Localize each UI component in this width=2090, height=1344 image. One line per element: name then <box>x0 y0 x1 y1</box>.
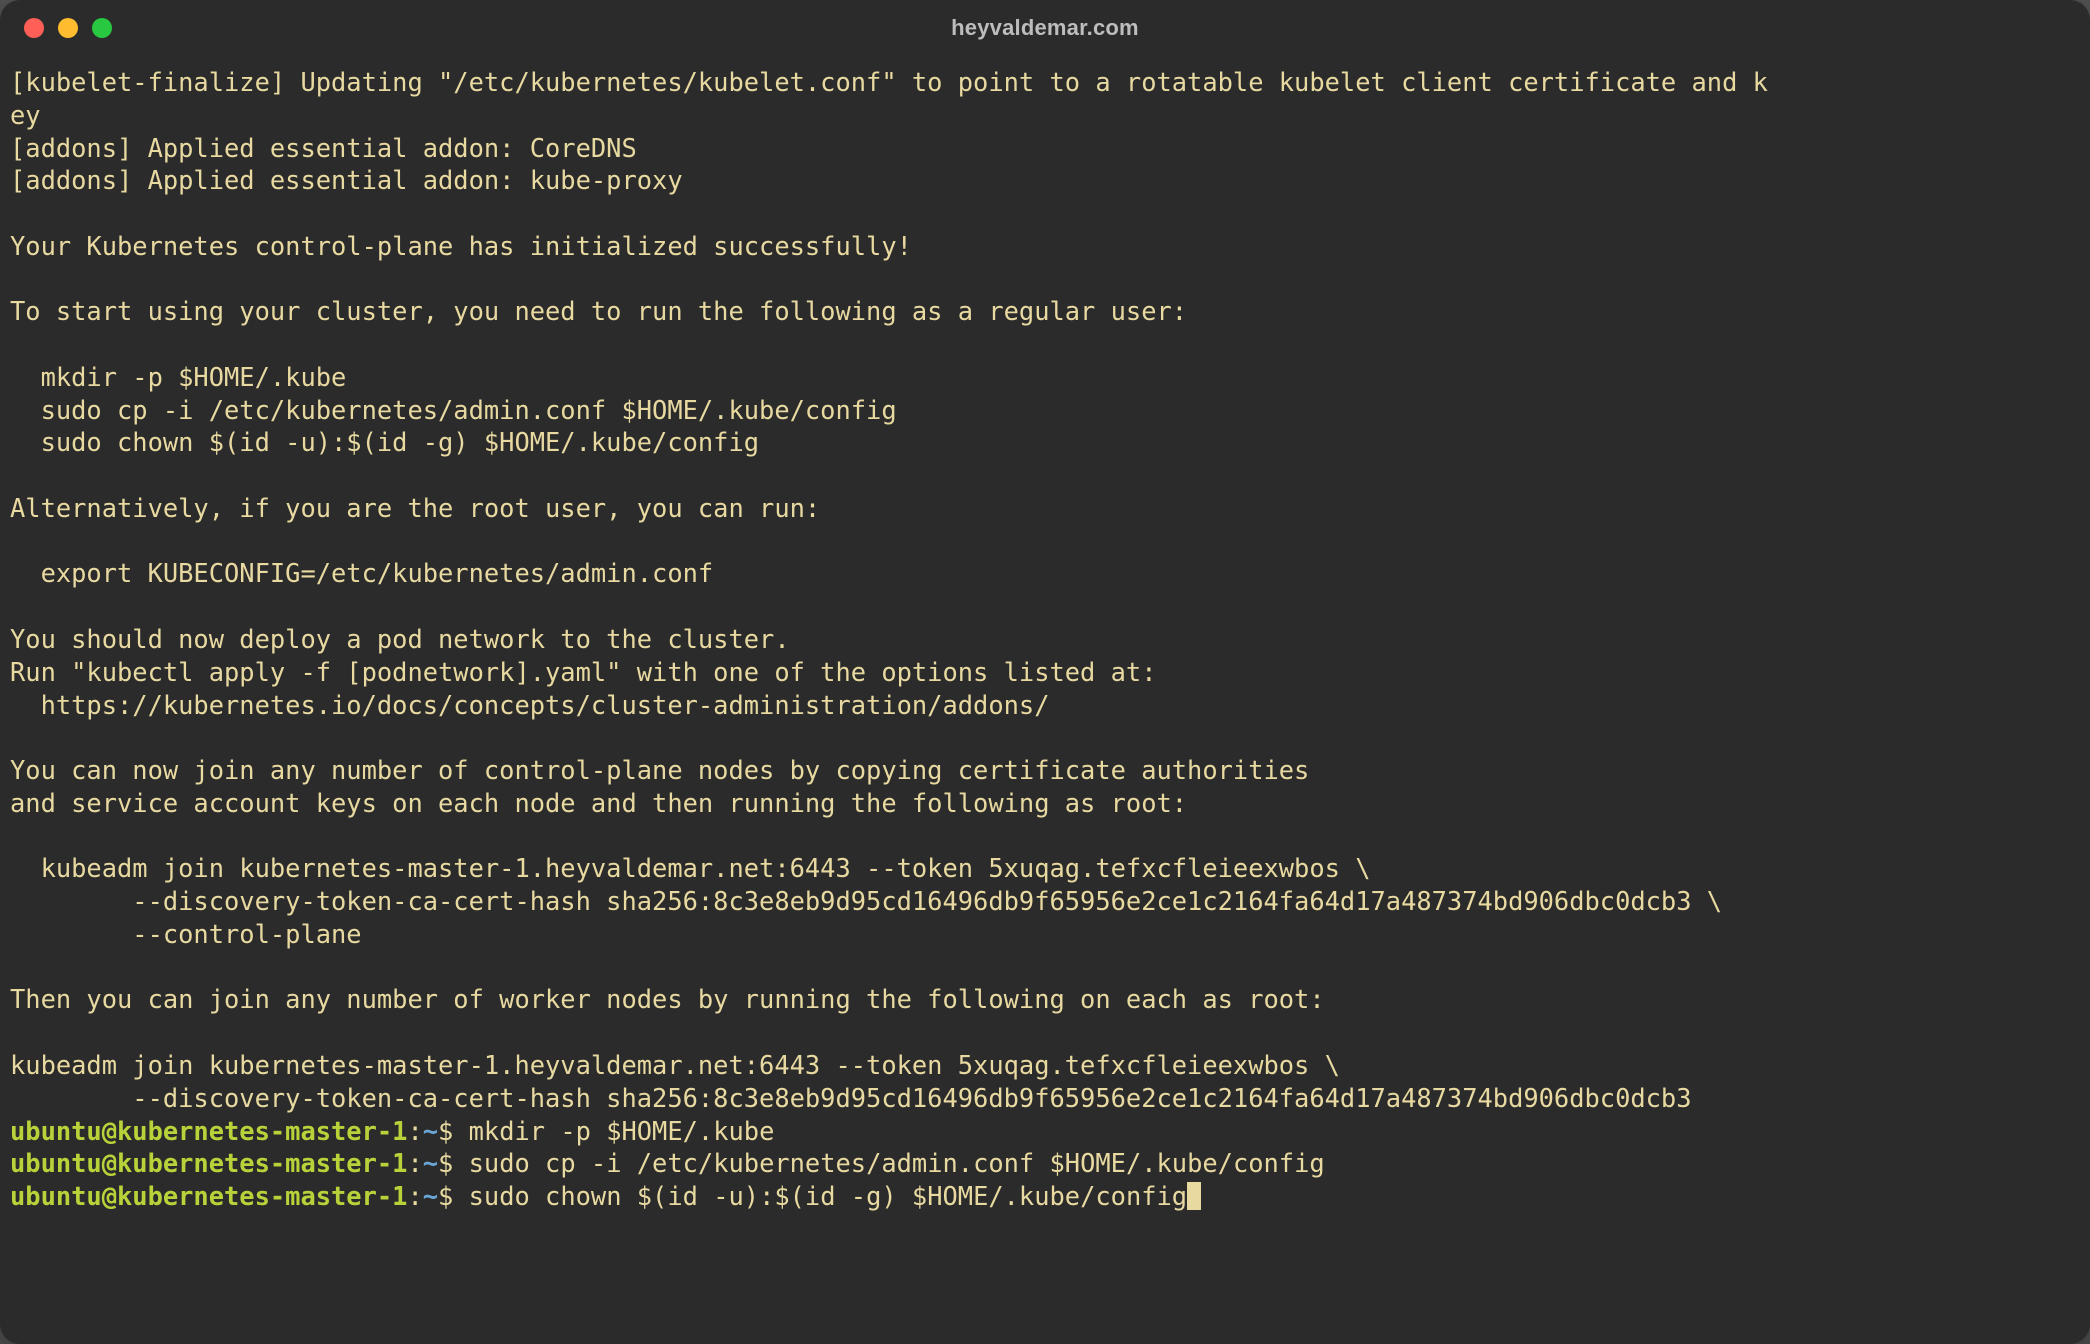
command: sudo cp -i /etc/kubernetes/admin.conf $H… <box>469 1148 1325 1178</box>
output-line: kubeadm join kubernetes-master-1.heyvald… <box>10 1050 1340 1080</box>
prompt-sep: $ <box>438 1181 469 1211</box>
output-line: and service account keys on each node an… <box>10 788 1187 818</box>
terminal-content[interactable]: [kubelet-finalize] Updating "/etc/kubern… <box>0 56 2090 1225</box>
traffic-lights <box>24 18 112 38</box>
prompt-path: ~ <box>423 1148 438 1178</box>
prompt-sep: : <box>407 1181 422 1211</box>
prompt-sep: $ <box>438 1116 469 1146</box>
output-line: ey <box>10 100 41 130</box>
command: mkdir -p $HOME/.kube <box>469 1116 775 1146</box>
prompt-path: ~ <box>423 1116 438 1146</box>
output-line: [addons] Applied essential addon: kube-p… <box>10 165 683 195</box>
prompt-user: ubuntu@kubernetes-master-1 <box>10 1116 407 1146</box>
output-line: Alternatively, if you are the root user,… <box>10 493 820 523</box>
maximize-icon[interactable] <box>92 18 112 38</box>
output-line: Your Kubernetes control-plane has initia… <box>10 231 912 261</box>
output-line: sudo chown $(id -u):$(id -g) $HOME/.kube… <box>10 427 759 457</box>
prompt-user: ubuntu@kubernetes-master-1 <box>10 1148 407 1178</box>
output-line: https://kubernetes.io/docs/concepts/clus… <box>10 690 1049 720</box>
command: sudo chown $(id -u):$(id -g) $HOME/.kube… <box>469 1181 1187 1211</box>
output-line: [addons] Applied essential addon: CoreDN… <box>10 133 637 163</box>
prompt-sep: $ <box>438 1148 469 1178</box>
prompt-user: ubuntu@kubernetes-master-1 <box>10 1181 407 1211</box>
output-line: To start using your cluster, you need to… <box>10 296 1187 326</box>
output-line: You should now deploy a pod network to t… <box>10 624 790 654</box>
output-line: export KUBECONFIG=/etc/kubernetes/admin.… <box>10 558 713 588</box>
output-line: Run "kubectl apply -f [podnetwork].yaml"… <box>10 657 1156 687</box>
window-title: heyvaldemar.com <box>951 15 1139 41</box>
output-line: kubeadm join kubernetes-master-1.heyvald… <box>10 853 1371 883</box>
prompt-line: ubuntu@kubernetes-master-1:~$ sudo cp -i… <box>10 1148 1325 1178</box>
output-line: You can now join any number of control-p… <box>10 755 1309 785</box>
prompt-line: ubuntu@kubernetes-master-1:~$ sudo chown… <box>10 1181 1201 1211</box>
output-line: --discovery-token-ca-cert-hash sha256:8c… <box>10 1083 1707 1113</box>
output-line: mkdir -p $HOME/.kube <box>10 362 346 392</box>
output-line: --discovery-token-ca-cert-hash sha256:8c… <box>10 886 1722 916</box>
output-line: [kubelet-finalize] Updating "/etc/kubern… <box>10 67 1768 97</box>
output-line: --control-plane <box>10 919 377 949</box>
minimize-icon[interactable] <box>58 18 78 38</box>
close-icon[interactable] <box>24 18 44 38</box>
prompt-path: ~ <box>423 1181 438 1211</box>
terminal-window: heyvaldemar.com [kubelet-finalize] Updat… <box>0 0 2090 1344</box>
prompt-line: ubuntu@kubernetes-master-1:~$ mkdir -p $… <box>10 1116 774 1146</box>
output-line: Then you can join any number of worker n… <box>10 984 1325 1014</box>
prompt-sep: : <box>407 1148 422 1178</box>
prompt-sep: : <box>407 1116 422 1146</box>
cursor-icon <box>1187 1182 1201 1210</box>
titlebar: heyvaldemar.com <box>0 0 2090 56</box>
output-line: sudo cp -i /etc/kubernetes/admin.conf $H… <box>10 395 897 425</box>
